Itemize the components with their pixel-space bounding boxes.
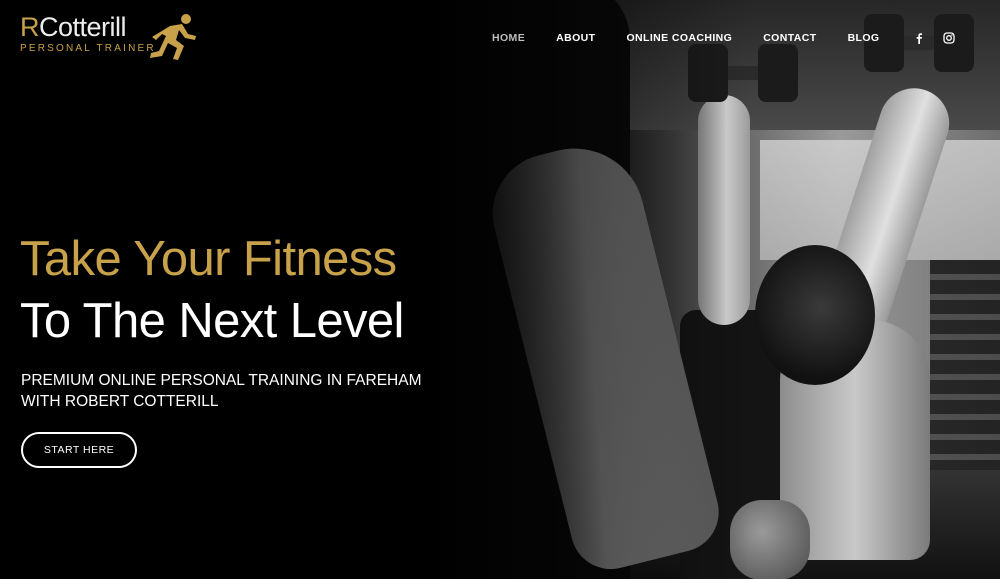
nav-item-home[interactable]: HOME xyxy=(492,32,525,44)
start-here-button[interactable]: START HERE xyxy=(21,432,137,468)
runner-icon xyxy=(150,14,196,60)
main-navigation: HOME ABOUT ONLINE COACHING CONTACT BLOG xyxy=(492,30,971,46)
facebook-icon[interactable] xyxy=(911,30,927,46)
nav-item-about[interactable]: ABOUT xyxy=(556,32,595,44)
nav-item-contact[interactable]: CONTACT xyxy=(763,32,816,44)
instagram-icon[interactable] xyxy=(941,30,957,46)
nav-item-blog[interactable]: BLOG xyxy=(848,32,880,44)
logo-initial: R xyxy=(20,12,40,42)
site-logo[interactable]: RCotterill PERSONAL TRAINER xyxy=(20,12,200,64)
hero-subheading: PREMIUM ONLINE PERSONAL TRAINING IN FARE… xyxy=(21,372,422,410)
nav-item-online-coaching[interactable]: ONLINE COACHING xyxy=(626,32,732,44)
hero-headline: Take Your Fitness To The Next Level xyxy=(20,229,480,351)
headline-line-1: Take Your Fitness xyxy=(20,232,397,286)
logo-surname: Cotterill xyxy=(39,12,127,42)
headline-line-2: To The Next Level xyxy=(20,294,404,348)
